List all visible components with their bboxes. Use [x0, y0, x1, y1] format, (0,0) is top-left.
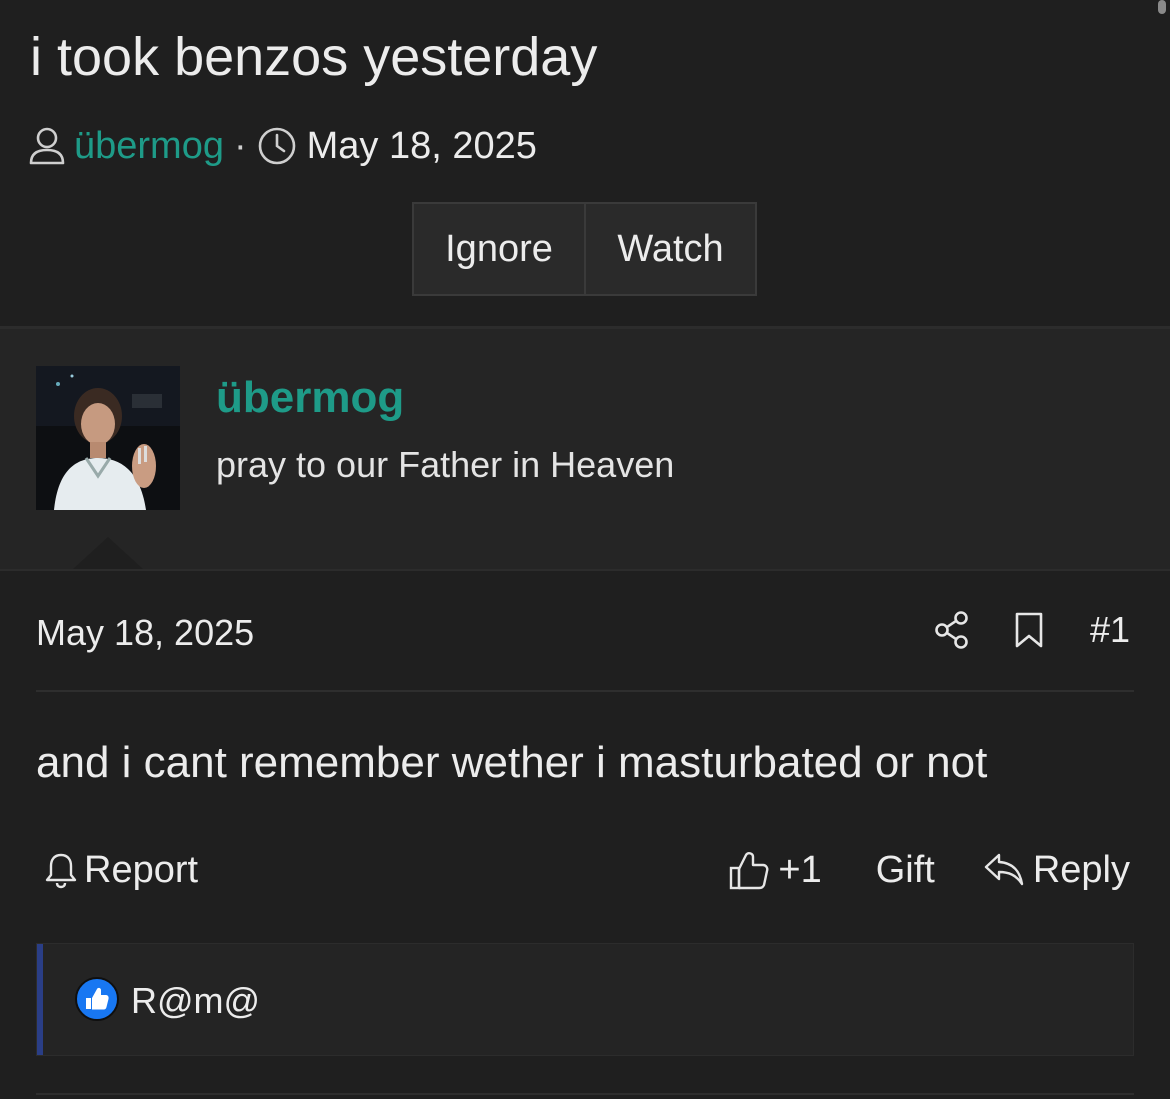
reply-icon	[983, 851, 1025, 889]
gift-label: Gift	[875, 848, 935, 891]
share-icon[interactable]	[934, 610, 970, 650]
post-date[interactable]: May 18, 2025	[36, 612, 254, 654]
thread-author-link[interactable]: übermog	[74, 125, 224, 168]
like-button[interactable]: +1	[728, 848, 822, 892]
user-title: pray to our Father in Heaven	[216, 444, 675, 485]
like-count: +1	[778, 848, 822, 891]
thread-meta: übermog · May 18, 2025	[28, 122, 537, 170]
divider	[36, 1093, 1134, 1095]
reply-label: Reply	[1032, 848, 1130, 891]
thread-actions: Ignore Watch	[412, 202, 757, 296]
ignore-button[interactable]: Ignore	[412, 202, 586, 296]
thread-header: i took benzos yesterday übermog · May 18…	[0, 0, 1170, 326]
thread-date[interactable]: May 18, 2025	[307, 125, 537, 168]
reactions-bar: R@m@	[36, 943, 1134, 1056]
post-number-link[interactable]: #1	[1090, 609, 1130, 651]
scrollbar[interactable]	[1158, 0, 1166, 14]
watch-button[interactable]: Watch	[584, 202, 757, 296]
reply-button[interactable]: Reply	[983, 849, 1130, 892]
post-username[interactable]: übermog	[216, 373, 404, 423]
bell-icon	[44, 851, 78, 889]
gift-button[interactable]: Gift	[876, 849, 935, 892]
meta-separator: ·	[233, 124, 247, 167]
bookmark-icon[interactable]	[1014, 611, 1044, 649]
thread-title: i took benzos yesterday	[30, 27, 598, 87]
clock-icon	[257, 126, 297, 166]
reaction-users[interactable]: R@m@	[131, 980, 260, 1022]
avatar[interactable]	[36, 366, 180, 510]
user-icon	[28, 126, 66, 166]
post-actions: Report +1 Gift Reply	[44, 846, 1130, 894]
thumbs-up-icon	[728, 849, 770, 891]
post-tools: #1	[934, 608, 1130, 652]
divider	[36, 690, 1134, 692]
divider	[0, 569, 1170, 571]
post-body: and i cant remember wether i masturbated…	[36, 738, 988, 787]
post-user-panel: übermog pray to our Father in Heaven	[0, 329, 1170, 569]
report-label: Report	[84, 848, 199, 891]
like-reaction-icon[interactable]	[74, 976, 120, 1027]
reactions-accent-bar	[37, 944, 43, 1055]
user-panel-pointer	[72, 537, 144, 570]
report-button[interactable]: Report	[44, 849, 198, 892]
